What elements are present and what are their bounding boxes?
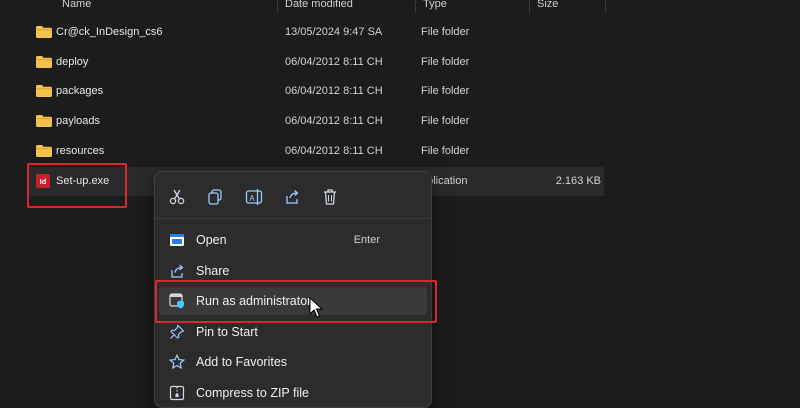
open-icon [170, 234, 184, 246]
file-row[interactable]: packages 06/04/2012 8:11 CH File folder [28, 77, 604, 106]
column-separator[interactable] [605, 0, 606, 13]
copy-icon[interactable] [206, 188, 224, 206]
file-date: 06/04/2012 8:11 CH [285, 115, 383, 127]
share-icon [171, 264, 184, 278]
file-row[interactable]: resources 06/04/2012 8:11 CH File folder [28, 137, 604, 166]
file-date: 06/04/2012 8:11 CH [285, 56, 383, 68]
menu-item-label: Add to Favorites [196, 355, 288, 369]
menu-item-compress-to-zip[interactable]: Compress to ZIP file [159, 379, 427, 407]
file-type: File folder [421, 115, 470, 127]
menu-item-label: Open [196, 233, 227, 247]
folder-icon [36, 145, 52, 157]
column-name-header[interactable]: Name [62, 0, 91, 10]
rename-icon[interactable]: A [245, 188, 263, 206]
file-date: 13/05/2024 9:47 SA [285, 26, 383, 38]
column-date-header[interactable]: Date modified [285, 0, 353, 10]
file-name: payloads [56, 115, 101, 127]
column-separator[interactable] [415, 0, 416, 13]
pin-icon [170, 324, 185, 339]
highlight-box-run-as-admin [155, 280, 437, 323]
folder-icon [36, 26, 52, 38]
menu-item-label: Pin to Start [196, 325, 258, 339]
menu-item-label: Compress to ZIP file [196, 386, 310, 400]
file-type: File folder [421, 85, 470, 97]
column-type-header[interactable]: Type [423, 0, 447, 10]
share-icon[interactable] [283, 188, 301, 206]
file-name: resources [56, 145, 105, 157]
menu-item-shortcut: Enter [353, 234, 380, 246]
file-row[interactable]: Cr@ck_InDesign_cs6 13/05/2024 9:47 SA Fi… [28, 18, 604, 47]
file-date: 06/04/2012 8:11 CH [285, 85, 383, 97]
column-separator[interactable] [529, 0, 530, 13]
menu-separator [155, 218, 431, 219]
column-size-header[interactable]: Size [537, 0, 558, 10]
delete-icon[interactable] [321, 188, 339, 206]
zip-icon [169, 385, 185, 401]
cut-icon[interactable] [168, 188, 186, 206]
highlight-box-setup [27, 163, 127, 208]
menu-item-open[interactable]: Open Enter [159, 226, 427, 254]
file-name: Cr@ck_InDesign_cs6 [56, 26, 163, 38]
column-separator[interactable] [277, 0, 278, 13]
file-name: packages [56, 85, 104, 97]
column-header: Name Date modified Type Size [0, 0, 800, 13]
file-type: File folder [421, 145, 470, 157]
file-type: File folder [421, 26, 470, 38]
file-row[interactable]: deploy 06/04/2012 8:11 CH File folder [28, 48, 604, 77]
file-date: 06/04/2012 8:11 CH [285, 145, 383, 157]
folder-icon [36, 115, 52, 127]
folder-icon [36, 56, 52, 68]
svg-text:A: A [249, 194, 255, 203]
file-size: 2.163 KB [555, 175, 601, 187]
mouse-cursor-icon [309, 297, 323, 318]
file-row[interactable]: payloads 06/04/2012 8:11 CH File folder [28, 107, 604, 136]
menu-item-add-to-favorites[interactable]: Add to Favorites [159, 348, 427, 376]
menu-item-label: Share [196, 264, 230, 278]
star-icon [169, 354, 185, 370]
context-menu-toolbar: A [155, 184, 431, 212]
file-name: deploy [56, 56, 89, 68]
folder-icon [36, 85, 52, 97]
file-type: File folder [421, 56, 470, 68]
